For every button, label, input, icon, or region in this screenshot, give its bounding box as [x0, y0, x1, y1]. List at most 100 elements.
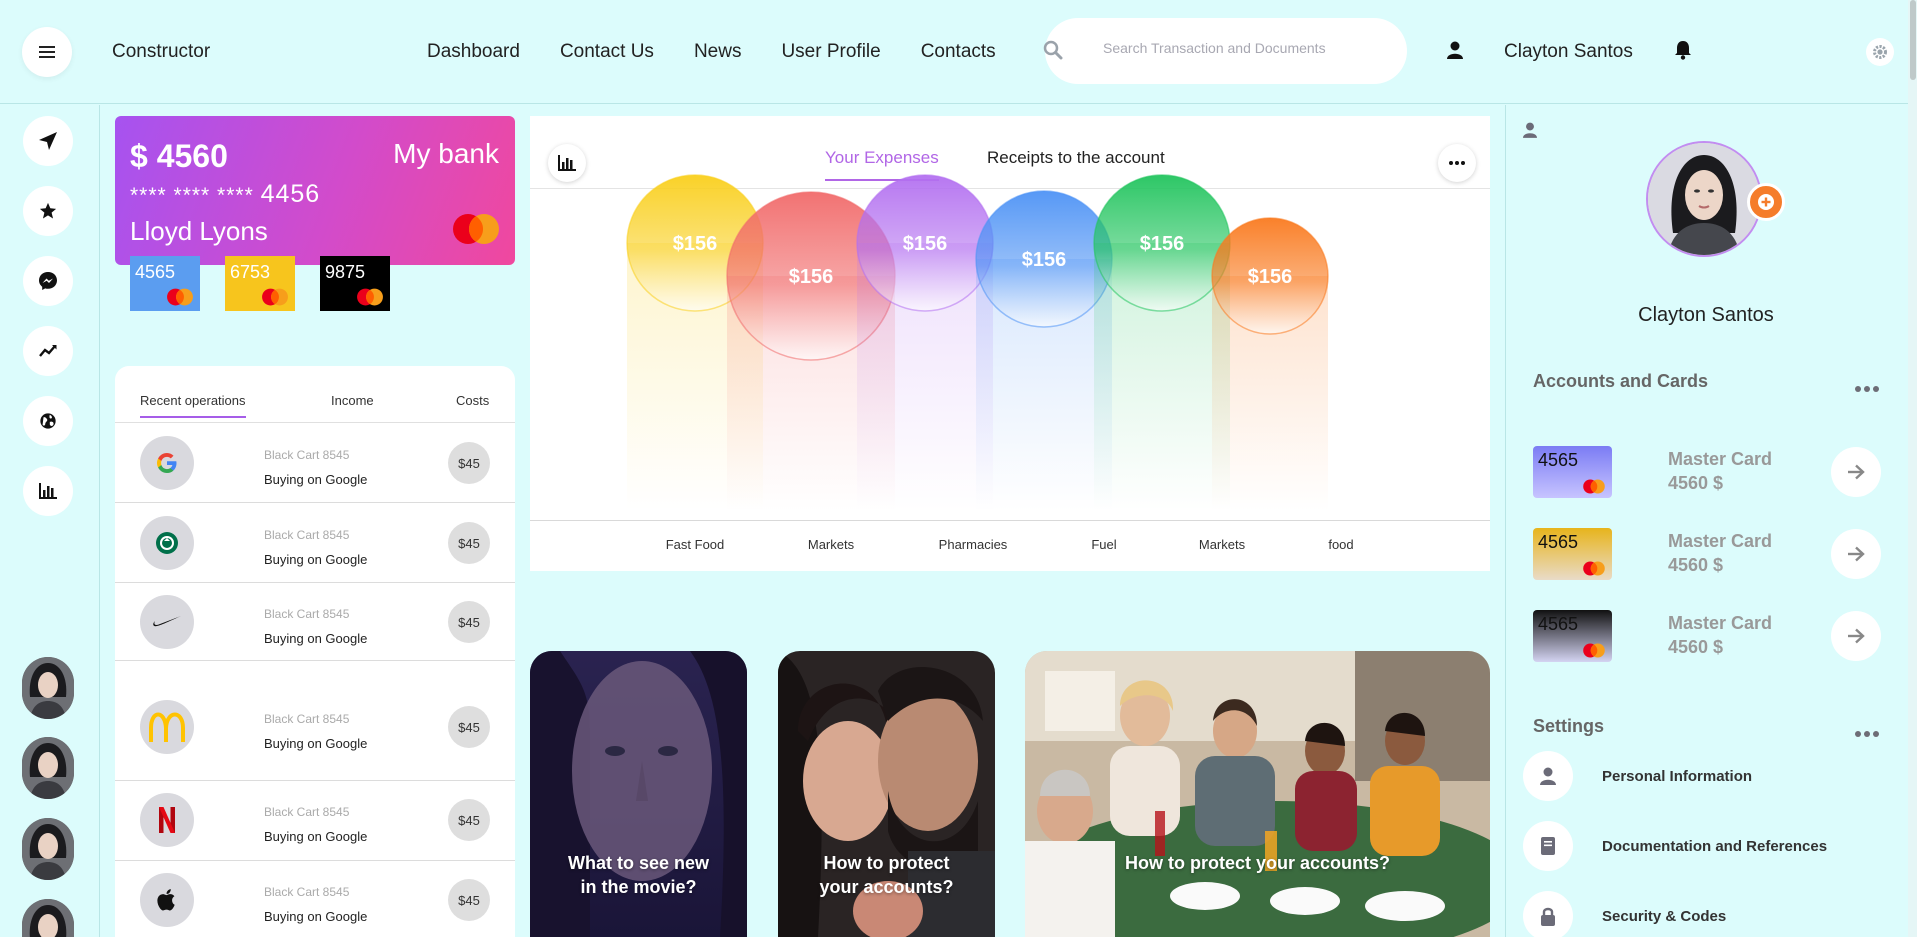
operation-amount: $45	[448, 601, 490, 643]
article-title: How to protect your accounts?	[778, 851, 995, 899]
user-icon[interactable]	[1447, 41, 1463, 59]
brand-title: Constructor	[112, 41, 211, 62]
accounts-more-button[interactable]	[1855, 379, 1879, 397]
account-card[interactable]: 4565	[1533, 528, 1612, 580]
article-tile[interactable]: How to protect your accounts?	[1025, 651, 1490, 937]
settings-personal-button[interactable]	[1523, 751, 1573, 801]
article-title: What to see new in the movie?	[530, 851, 747, 899]
contact-avatar[interactable]	[22, 657, 74, 719]
settings-button[interactable]	[1866, 38, 1894, 66]
mastercard-logo	[357, 288, 383, 306]
category-label: Markets	[807, 537, 855, 552]
bank-card[interactable]: $ 4560 My bank **** **** **** 4456 Lloyd…	[115, 116, 515, 265]
rail-stats-button[interactable]	[23, 466, 73, 516]
netflix-icon	[140, 793, 194, 847]
account-name: Master Card	[1668, 531, 1773, 551]
nav-contact-us[interactable]: Contact Us	[560, 41, 654, 63]
category-label: Markets	[1198, 537, 1246, 552]
article-tile[interactable]: How to protect your accounts?	[778, 651, 995, 937]
operation-row[interactable]: Black Cart 8545 Buying on Google $45	[115, 861, 515, 937]
nav-news[interactable]: News	[694, 41, 742, 63]
user-name[interactable]: Clayton Santos	[1504, 41, 1633, 63]
account-open-button[interactable]	[1831, 529, 1881, 579]
main-nav: Dashboard Contact Us News User Profile C…	[427, 41, 1036, 63]
nav-user-profile[interactable]: User Profile	[781, 41, 880, 63]
profile-avatar[interactable]	[1646, 141, 1762, 257]
avatar-portrait	[22, 737, 74, 799]
arrow-right-icon	[1848, 464, 1865, 480]
account-card[interactable]: 4565	[1533, 610, 1612, 662]
contact-avatar[interactable]	[22, 818, 74, 880]
gear-icon	[1873, 45, 1887, 59]
expense-bubble-label: $156	[1140, 233, 1185, 255]
operation-amount: $45	[448, 799, 490, 841]
settings-security-label[interactable]: Security & Codes	[1602, 908, 1726, 925]
scrollbar-track[interactable]	[1908, 0, 1917, 937]
mini-card[interactable]: 6753	[225, 256, 295, 311]
tab-income[interactable]: Income	[331, 393, 374, 408]
account-card[interactable]: 4565	[1533, 446, 1612, 498]
article-title-line: How to protect	[823, 853, 950, 873]
bell-icon[interactable]	[1674, 40, 1692, 60]
operation-row[interactable]: Black Cart 8545 Buying on Google $45	[115, 423, 515, 503]
contact-avatar[interactable]	[22, 737, 74, 799]
account-card-number: 4565	[1538, 532, 1579, 552]
rail-trend-button[interactable]	[23, 326, 73, 376]
scrollbar-thumb[interactable]	[1910, 0, 1916, 80]
rail-messenger-button[interactable]	[23, 256, 73, 306]
lock-icon	[1541, 907, 1555, 926]
menu-button[interactable]	[22, 27, 72, 77]
search-icon[interactable]	[1043, 40, 1063, 60]
bank-name: My bank	[393, 138, 499, 169]
operation-card: Black Cart 8545	[264, 528, 350, 542]
nav-contacts[interactable]: Contacts	[921, 41, 996, 63]
operation-card: Black Cart 8545	[264, 448, 350, 462]
rail-send-button[interactable]	[23, 116, 73, 166]
book-icon	[1541, 837, 1555, 855]
messenger-icon	[39, 272, 57, 290]
settings-more-button[interactable]	[1855, 724, 1879, 742]
operation-row[interactable]: Black Cart 8545 Buying on Google $45	[115, 503, 515, 583]
arrow-right-icon	[1848, 546, 1865, 562]
operation-card: Black Cart 8545	[264, 607, 350, 621]
account-open-button[interactable]	[1831, 611, 1881, 661]
profile-name: Clayton Santos	[1638, 304, 1774, 326]
nav-dashboard[interactable]: Dashboard	[427, 41, 520, 63]
user-icon[interactable]	[1523, 122, 1537, 138]
accounts-title: Accounts and Cards	[1533, 371, 1709, 391]
mini-card[interactable]: 4565	[130, 256, 200, 311]
article-tile[interactable]: What to see new in the movie?	[530, 651, 747, 937]
expense-bubble-label: $156	[903, 233, 948, 255]
expense-bubbles: $156 $156 $156 $156 $156 $156	[626, 174, 1329, 511]
person-icon	[1540, 767, 1556, 785]
settings-docs-label[interactable]: Documentation and References	[1602, 838, 1827, 855]
mini-card[interactable]: 9875	[320, 256, 390, 311]
settings-personal-label[interactable]: Personal Information	[1602, 768, 1752, 785]
operation-description: Buying on Google	[264, 552, 368, 567]
article-title: How to protect your accounts?	[1025, 851, 1490, 875]
operation-row[interactable]: Black Cart 8545 Buying on Google $45	[115, 781, 515, 861]
settings-title: Settings	[1533, 716, 1605, 736]
operation-amount: $45	[448, 879, 490, 921]
search-input[interactable]	[1103, 40, 1393, 56]
category-label: Fast Food	[665, 537, 725, 552]
add-photo-button[interactable]	[1747, 183, 1785, 221]
profile-panel: Clayton Santos Accounts and Cards 4565 M…	[1505, 105, 1917, 937]
article-title-line: How to protect your accounts?	[1124, 853, 1391, 873]
tab-recent-operations[interactable]: Recent operations	[140, 393, 246, 418]
expense-bubble-label: $156	[789, 266, 834, 288]
settings-security-button[interactable]	[1523, 891, 1573, 937]
settings-docs-button[interactable]	[1523, 821, 1573, 871]
operation-row[interactable]: Black Cart 8545 Buying on Google $45	[115, 661, 515, 781]
more-dots-icon	[1855, 731, 1879, 737]
operation-row[interactable]: Black Cart 8545 Buying on Google $45	[115, 583, 515, 661]
card-number-masked: **** **** ****	[130, 184, 254, 207]
account-card-number: 4565	[1538, 614, 1579, 634]
account-name: Master Card	[1668, 449, 1773, 469]
tab-costs[interactable]: Costs	[456, 393, 489, 408]
more-dots-icon	[1855, 386, 1879, 392]
rail-favorites-button[interactable]	[23, 186, 73, 236]
mastercard-logo	[167, 288, 193, 306]
rail-globe-button[interactable]	[23, 396, 73, 446]
account-open-button[interactable]	[1831, 447, 1881, 497]
